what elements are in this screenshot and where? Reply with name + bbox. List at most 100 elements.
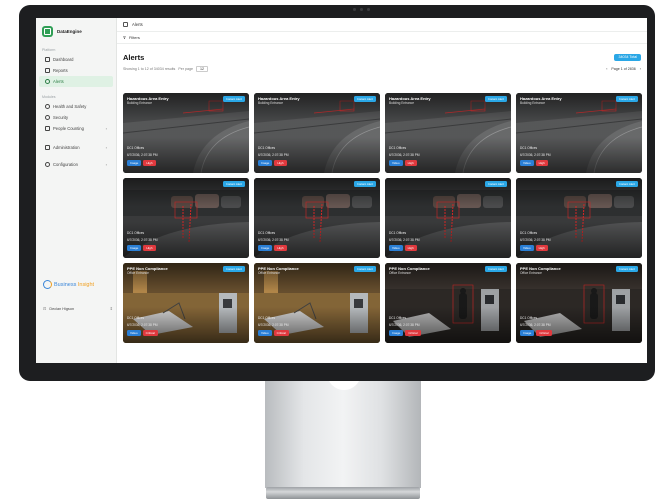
severity-tag: High <box>143 160 156 166</box>
alert-site: DC1 Offices <box>127 231 145 235</box>
media-type-tag[interactable]: Image <box>258 245 273 251</box>
instant-alert-badge: Instant Alert <box>354 181 376 187</box>
media-type-tag[interactable]: Image <box>389 330 404 336</box>
alert-tags: Video Critical <box>258 330 289 336</box>
alert-card-1[interactable]: Hazardous Area Entry Building Entrance I… <box>123 93 249 173</box>
alert-card-12[interactable]: PPE Non Compliance Office Entrance Insta… <box>516 263 642 343</box>
sidebar-item-people-counting[interactable]: People Counting › <box>39 123 113 134</box>
instant-alert-badge: Instant Alert <box>616 181 638 187</box>
alert-site: DC1 Offices <box>258 146 276 150</box>
prev-page-button[interactable]: ‹ <box>606 67 607 71</box>
alert-timestamp: 6/7/2036, 2:07:38 PM <box>258 238 289 242</box>
alert-timestamp: 6/7/2036, 2:07:38 PM <box>127 238 158 242</box>
media-type-tag[interactable]: Video <box>389 160 403 166</box>
total-count-button[interactable]: 34034 Total <box>614 53 641 61</box>
user-menu[interactable]: ⊡ Declan Higson ⇕ <box>43 306 113 311</box>
alert-timestamp: 6/7/2036, 2:07:38 PM <box>520 238 551 242</box>
alert-location: Office Entrance <box>258 271 280 275</box>
page-header: Alerts 34034 Total <box>117 44 647 64</box>
alert-tags: Video Critical <box>127 330 158 336</box>
severity-tag: High <box>274 160 287 166</box>
alert-card-9[interactable]: PPE Non Compliance Office Entrance Insta… <box>123 263 249 343</box>
alert-timestamp: 6/7/2036, 2:07:38 PM <box>389 323 420 327</box>
page-title: Alerts <box>123 52 145 62</box>
monitor-mockup: DataEngine Platform Dashboard Reports Al… <box>0 0 669 502</box>
severity-tag: Critical <box>405 330 421 336</box>
brand-name: DataEngine <box>57 29 82 34</box>
alert-card-4[interactable]: Hazardous Area Entry Building Entrance I… <box>516 93 642 173</box>
sidebar-section-platform: Platform <box>42 48 56 52</box>
alert-site: DC1 Offices <box>258 316 276 320</box>
media-type-tag[interactable]: Video <box>127 330 141 336</box>
sidebar-item-configuration[interactable]: Configuration › <box>39 159 113 170</box>
instant-alert-badge: Instant Alert <box>354 96 376 102</box>
sidebar-item-alerts[interactable]: Alerts <box>39 76 113 87</box>
alert-location: Building Entrance <box>258 101 283 105</box>
alert-site: DC1 Offices <box>127 316 145 320</box>
media-type-tag[interactable]: Video <box>520 245 534 251</box>
per-page-select[interactable]: 12 <box>195 66 208 72</box>
alert-card-3[interactable]: Hazardous Area Entry Building Entrance I… <box>385 93 511 173</box>
app-screen: DataEngine Platform Dashboard Reports Al… <box>36 18 647 363</box>
sidebar-item-label: Configuration <box>53 162 78 167</box>
sidebar-item-administration[interactable]: Administration › <box>39 142 113 153</box>
alert-location: Office Entrance <box>520 271 542 275</box>
alert-site: DC1 Offices <box>389 316 407 320</box>
alert-tags: Video High <box>389 245 417 251</box>
media-type-tag[interactable]: Image <box>258 160 273 166</box>
media-type-tag[interactable]: Image <box>520 330 535 336</box>
alert-tags: Image Critical <box>389 330 421 336</box>
alert-card-2[interactable]: Hazardous Area Entry Building Entrance I… <box>254 93 380 173</box>
instant-alert-badge: Instant Alert <box>616 96 638 102</box>
filter-icon: ⊽ <box>123 35 126 40</box>
sidebar-item-reports[interactable]: Reports <box>39 65 113 76</box>
gear-icon <box>45 162 50 167</box>
media-type-tag[interactable]: Video <box>258 330 272 336</box>
instant-alert-badge: Instant Alert <box>485 96 507 102</box>
alert-card-6[interactable]: Instant Alert DC1 Offices 6/7/2036, 2:07… <box>254 178 380 258</box>
alert-location: Building Entrance <box>127 101 152 105</box>
alert-card-10[interactable]: PPE Non Compliance Office Entrance Insta… <box>254 263 380 343</box>
severity-tag: High <box>274 245 287 251</box>
chart-icon <box>45 68 50 73</box>
alert-site: DC1 Offices <box>520 231 538 235</box>
alert-tags: Video High <box>520 245 548 251</box>
sidebar-toggle-icon[interactable] <box>123 22 128 27</box>
filters-bar[interactable]: ⊽ Filters <box>117 32 647 44</box>
brand[interactable]: DataEngine <box>36 18 116 43</box>
severity-tag: Critical <box>142 330 158 336</box>
sidebar-item-security[interactable]: Security <box>39 112 113 123</box>
chevron-right-icon: › <box>105 162 107 167</box>
alert-timestamp: 6/7/2036, 2:07:38 PM <box>258 153 289 157</box>
sidebar-item-health-and-safety[interactable]: Health and Safety <box>39 101 113 112</box>
alert-icon <box>45 79 50 84</box>
shield-icon <box>45 104 50 109</box>
monitor-stand <box>265 378 421 488</box>
alert-location: Office Entrance <box>389 271 411 275</box>
alert-site: DC1 Offices <box>520 316 538 320</box>
alert-tags: Image High <box>127 245 156 251</box>
alert-site: DC1 Offices <box>258 231 276 235</box>
sidebar-item-label: Health and Safety <box>53 104 87 109</box>
sidebar-item-dashboard[interactable]: Dashboard <box>39 54 113 65</box>
next-page-button[interactable]: › <box>640 67 641 71</box>
alert-card-8[interactable]: Instant Alert DC1 Offices 6/7/2036, 2:07… <box>516 178 642 258</box>
alert-tags: Image High <box>258 245 287 251</box>
alert-location: Office Entrance <box>127 271 149 275</box>
media-type-tag[interactable]: Image <box>127 245 142 251</box>
alert-location: Building Entrance <box>520 101 545 105</box>
lock-icon <box>45 115 50 120</box>
alert-card-5[interactable]: Instant Alert DC1 Offices 6/7/2036, 2:07… <box>123 178 249 258</box>
sidebar-item-label: Dashboard <box>53 57 74 62</box>
sidebar: DataEngine Platform Dashboard Reports Al… <box>36 18 117 363</box>
alert-timestamp: 6/7/2036, 2:07:38 PM <box>520 323 551 327</box>
monitor-stand-foot <box>266 487 420 499</box>
alert-card-11[interactable]: PPE Non Compliance Office Entrance Insta… <box>385 263 511 343</box>
alert-card-7[interactable]: Instant Alert DC1 Offices 6/7/2036, 2:07… <box>385 178 511 258</box>
instant-alert-badge: Instant Alert <box>485 181 507 187</box>
media-type-tag[interactable]: Video <box>389 245 403 251</box>
user-icon: ⊡ <box>43 306 47 311</box>
media-type-tag[interactable]: Video <box>520 160 534 166</box>
business-insight-logo-icon <box>43 280 52 289</box>
media-type-tag[interactable]: Image <box>127 160 142 166</box>
